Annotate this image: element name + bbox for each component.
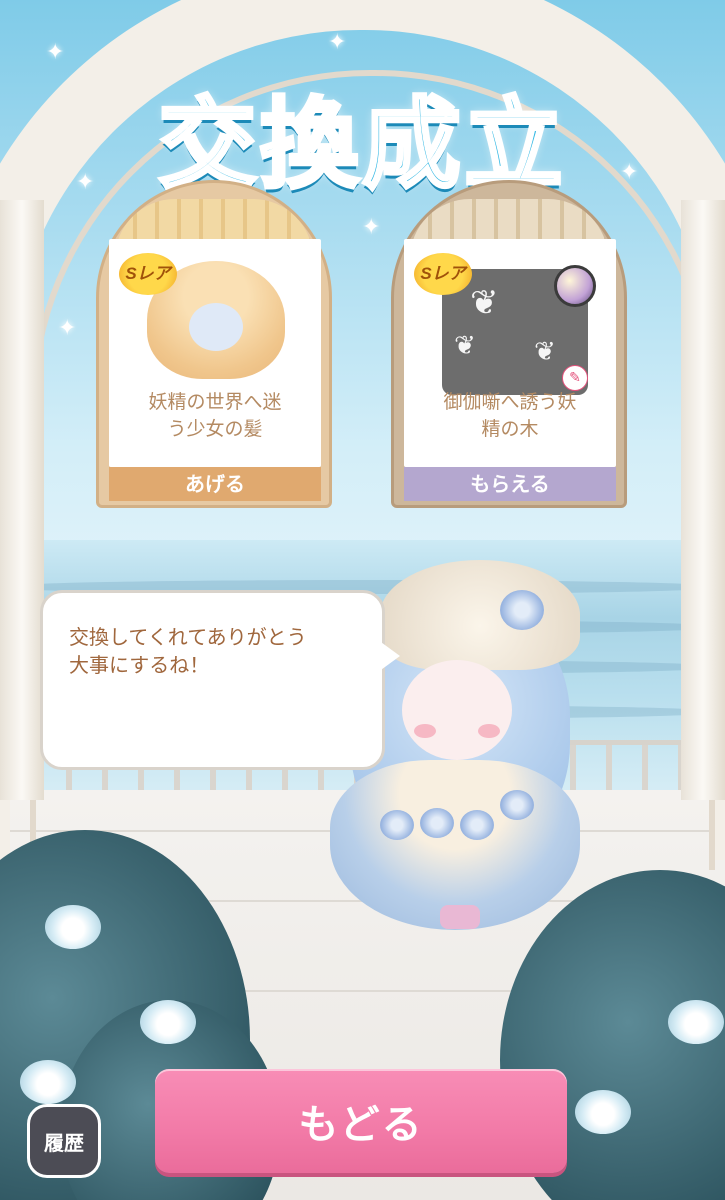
sparkle-icon: ✦ [58,316,77,341]
speech-text: 交換してくれてありがとう 大事にするね！ [69,625,307,677]
flower-icon [140,1000,196,1044]
flower-icon [668,1000,724,1044]
item-panel: ❦ ❦ ❦ ✎ Sレア 御伽噺へ誘う妖 精の木 [404,239,616,467]
item-name: 御伽噺へ誘う妖 精の木 [443,391,577,440]
item-panel: Sレア 妖精の世界へ迷 う少女の髪 [109,239,321,467]
flower-icon [45,905,101,949]
sparkle-icon: ✦ [46,40,65,65]
butterfly-icon: ❦ [454,331,476,361]
give-item-card: Sレア 妖精の世界へ迷 う少女の髪 あげる [96,180,332,508]
butterfly-icon: ❦ [470,283,499,323]
flower-icon [575,1090,631,1134]
receive-item-card: ❦ ❦ ❦ ✎ Sレア 御伽噺へ誘う妖 精の木 もらえる [391,180,627,508]
history-button[interactable]: 履歴 [27,1104,101,1178]
rarity-badge: Sレア [119,253,177,295]
receive-label: もらえる [404,467,616,501]
butterfly-icon: ❦ [534,337,556,367]
rarity-badge: Sレア [414,253,472,295]
back-button[interactable]: もどる [155,1069,567,1173]
pillar-right [681,200,725,800]
flower-icon [20,1060,76,1104]
item-name: 妖精の世界へ迷 う少女の髪 [148,391,282,440]
speech-bubble-tail [378,640,400,672]
dropper-icon: ✎ [562,365,588,391]
pillar-left [0,200,44,800]
sparkle-icon: ✦ [328,30,347,55]
give-label: あげる [109,467,321,501]
orb-icon [554,265,596,307]
speech-bubble: 交換してくれてありがとう 大事にするね！ [40,590,385,770]
